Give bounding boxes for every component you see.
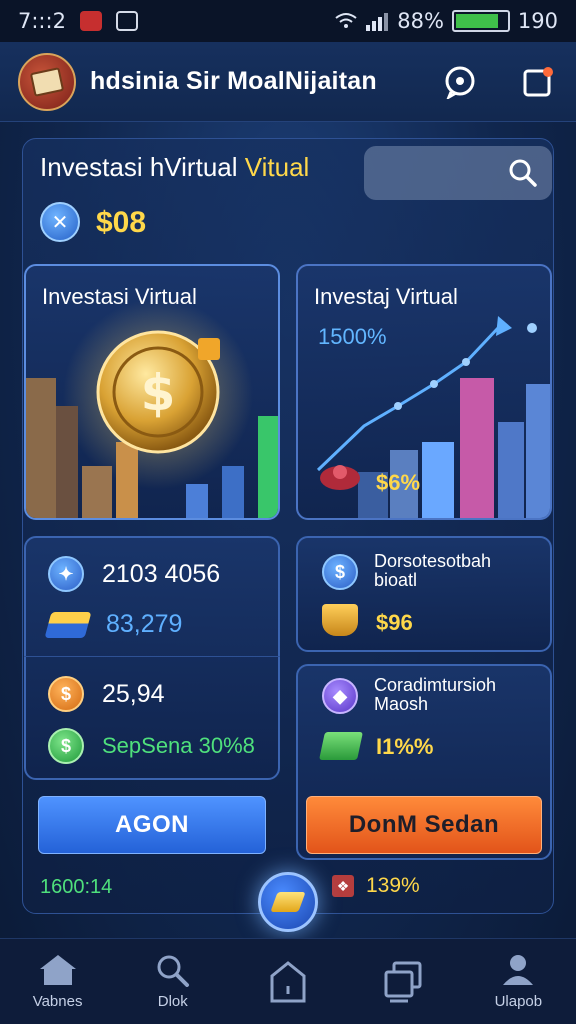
shield-dollar-icon: $ (322, 554, 358, 590)
status-time: 7:::2 (18, 9, 66, 33)
overview-title-main: Investasi hVirtual (40, 152, 245, 182)
app-title: hdsinia Sir MoalNijaitan (90, 67, 377, 95)
user-icon (503, 955, 534, 985)
search-icon (157, 955, 189, 987)
stats-value: 2103 4056 (102, 559, 221, 588)
pot-icon (322, 604, 358, 636)
gem-icon (270, 892, 306, 912)
nav-item-windows[interactable] (353, 960, 453, 1004)
balance-coin-icon: ✕ (40, 202, 80, 242)
status-bar: 7:::2 88% 190 (0, 0, 576, 42)
stats-value: 25,94 (102, 679, 165, 708)
calendar-icon (29, 66, 65, 97)
bottom-navigation: Vabnes Dlok Ulapob (0, 938, 576, 1024)
investment-card-growth[interactable]: Investaj Virtual 1500% $6% (296, 264, 552, 520)
card-title: Investaj Virtual (314, 284, 458, 309)
nav-item-search[interactable]: Dlok (123, 953, 223, 1010)
house-outline-icon (270, 960, 306, 1002)
stats-row-1: ✦ 2103 4056 (48, 556, 220, 592)
wifi-icon (335, 13, 357, 28)
nav-label: Vabnes (32, 993, 83, 1010)
green-dollar-icon: $ (48, 728, 84, 764)
signal-icon (366, 13, 389, 31)
windows-icon (384, 961, 422, 1002)
battery-fill (455, 14, 499, 28)
stats-value: SepSena 30%8 (102, 733, 255, 758)
search-button[interactable] (364, 146, 552, 200)
chat-button[interactable] (438, 60, 482, 104)
clock-icon: ✦ (48, 556, 84, 592)
overview-title-highlight: Vitual (244, 152, 310, 182)
home-icon (39, 955, 76, 985)
card-title: Investasi Virtual (42, 284, 197, 309)
box-icon (319, 732, 363, 760)
battery-icon (451, 10, 510, 32)
youtube-notification-icon (79, 11, 102, 31)
nav-label: Dlok (157, 993, 188, 1010)
nav-item-center[interactable] (238, 960, 338, 1004)
side-card-title: Dorsotesotbah bioatl (374, 551, 492, 590)
stats-row-4: $ SepSena 30%8 (48, 728, 255, 764)
side-card-value: $96 (376, 610, 413, 635)
secondary-action-button[interactable]: DonM Sedan (306, 796, 542, 854)
notification-button[interactable] (516, 60, 560, 104)
nav-item-home[interactable]: Vabnes (8, 953, 108, 1010)
dollar-coin-icon: $ (48, 676, 84, 712)
footer-left-value: 1600:14 (40, 876, 113, 898)
growth-return: $6% (376, 470, 421, 495)
svg-text:$: $ (141, 364, 176, 422)
app-header: hdsinia Sir MoalNijaitan (0, 42, 576, 122)
side-card-value: I1%% (376, 734, 434, 759)
battery-percent: 88% (397, 9, 444, 33)
stats-divider (24, 656, 280, 657)
overview-title: Investasi hVirtual Vitual (40, 152, 309, 183)
chat-bubble-icon (445, 66, 475, 99)
footer-right-value: 139% (366, 874, 420, 897)
nav-item-profile[interactable]: Ulapob (468, 953, 568, 1010)
nav-label: Ulapob (494, 993, 543, 1010)
app-logo[interactable] (18, 52, 76, 111)
side-card-title: Coradimtursioh Maosh (374, 675, 497, 714)
status-right-value: 190 (517, 9, 558, 33)
stack-icon (44, 611, 92, 638)
stats-row-3: $ 25,94 (48, 676, 165, 712)
footer-right: ❖ 139% (332, 874, 420, 898)
balance-value: $08 (96, 206, 147, 239)
purple-badge-icon: ◆ (322, 678, 358, 714)
notification-icon (523, 67, 553, 97)
stats-value: 83,279 (106, 610, 183, 638)
floating-gem-button[interactable] (258, 872, 318, 932)
growth-percent: 1500% (318, 324, 387, 349)
search-icon (509, 159, 537, 187)
primary-action-button[interactable]: AGON (38, 796, 266, 854)
investment-card-primary[interactable]: $ Investasi Virtual (24, 264, 280, 520)
app-notification-icon (115, 11, 138, 31)
stats-row-2: 83,279 (44, 610, 183, 639)
gift-icon: ❖ (332, 875, 354, 897)
